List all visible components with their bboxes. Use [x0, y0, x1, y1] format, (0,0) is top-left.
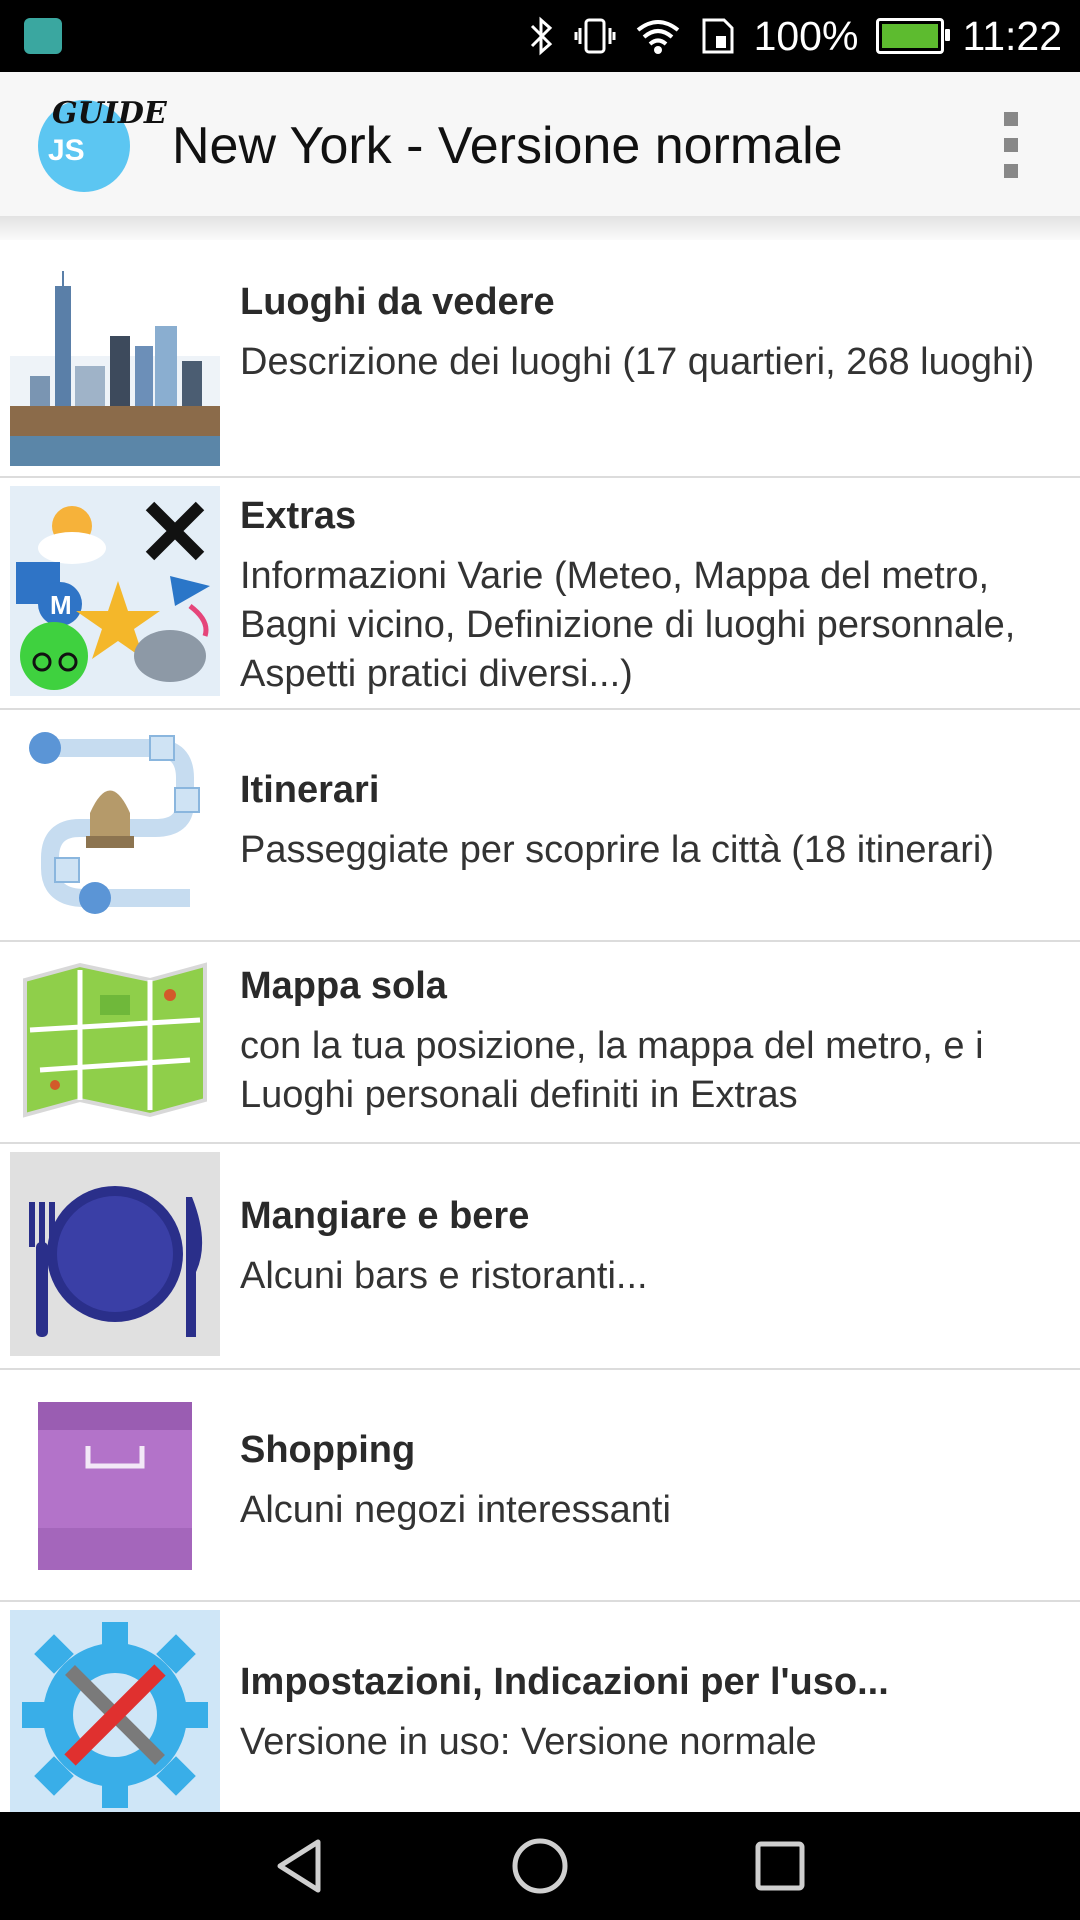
home-icon[interactable]: [510, 1836, 570, 1896]
list-item-shopping[interactable]: Shopping Alcuni negozi interessanti: [0, 1368, 1080, 1602]
item-description: Informazioni Varie (Meteo, Mappa del met…: [240, 555, 1016, 695]
list-item-itinerari[interactable]: Itinerari Passeggiate per scoprire la ci…: [0, 708, 1080, 942]
item-title: Mangiare e bere: [240, 1195, 530, 1237]
bluetooth-icon: [526, 16, 556, 56]
svg-text:M: M: [50, 590, 72, 620]
skyline-icon: [10, 266, 220, 466]
item-title: Luoghi da vedere: [240, 281, 555, 323]
dining-icon: [10, 1152, 220, 1356]
list-item-extras[interactable]: M Extras Informazioni Varie (Meteo, Mapp…: [0, 476, 1080, 710]
app-bar: JS GUIDE New York - Versione normale: [0, 72, 1080, 216]
item-title: Shopping: [240, 1429, 416, 1471]
item-title: Itinerari: [240, 769, 380, 811]
page-title: New York - Versione normale: [172, 117, 843, 175]
extras-icon: M: [10, 486, 220, 696]
clock: 11:22: [962, 12, 1062, 59]
status-bar: 100% 11:22: [0, 0, 1080, 72]
android-icon: [24, 18, 62, 54]
vibrate-icon: [574, 16, 616, 56]
item-description: Alcuni bars e ristoranti...: [240, 1255, 648, 1297]
item-description: Passeggiate per scoprire la città (18 it…: [240, 829, 995, 871]
settings-icon: [10, 1610, 220, 1812]
list-item-mangiare[interactable]: Mangiare e bere Alcuni bars e ristoranti…: [0, 1142, 1080, 1370]
shopping-bag-icon: [10, 1378, 220, 1590]
item-description: Descrizione dei luoghi (17 quartieri, 26…: [240, 341, 1035, 383]
item-title: Mappa sola: [240, 965, 447, 1007]
item-description: Alcuni negozi interessanti: [240, 1489, 671, 1531]
battery-percent: 100%: [753, 12, 859, 59]
wifi-icon: [634, 16, 682, 56]
battery-icon: [876, 18, 951, 54]
item-title: Extras: [240, 495, 357, 537]
overflow-menu-icon[interactable]: [1002, 112, 1020, 178]
map-icon: [10, 950, 220, 1130]
appbar-shadow: [0, 216, 1080, 240]
app-logo: JS GUIDE: [36, 96, 167, 192]
status-icons: 100% 11:22: [526, 0, 1062, 72]
itinerary-icon: [10, 718, 220, 928]
list-item-mappa[interactable]: Mappa sola con la tua posizione, la mapp…: [0, 940, 1080, 1144]
list-item-luoghi[interactable]: Luoghi da vedere Descrizione dei luoghi …: [0, 240, 1080, 478]
item-title: Impostazioni, Indicazioni per l'uso...: [240, 1661, 889, 1703]
navigation-bar: [0, 1812, 1080, 1920]
sim-icon: [700, 16, 736, 56]
back-icon[interactable]: [270, 1836, 330, 1896]
recents-icon[interactable]: [750, 1836, 810, 1896]
item-description: con la tua posizione, la mappa del metro…: [240, 1025, 984, 1116]
item-description: Versione in uso: Versione normale: [240, 1721, 817, 1763]
list-item-impostazioni[interactable]: Impostazioni, Indicazioni per l'uso... V…: [0, 1600, 1080, 1812]
